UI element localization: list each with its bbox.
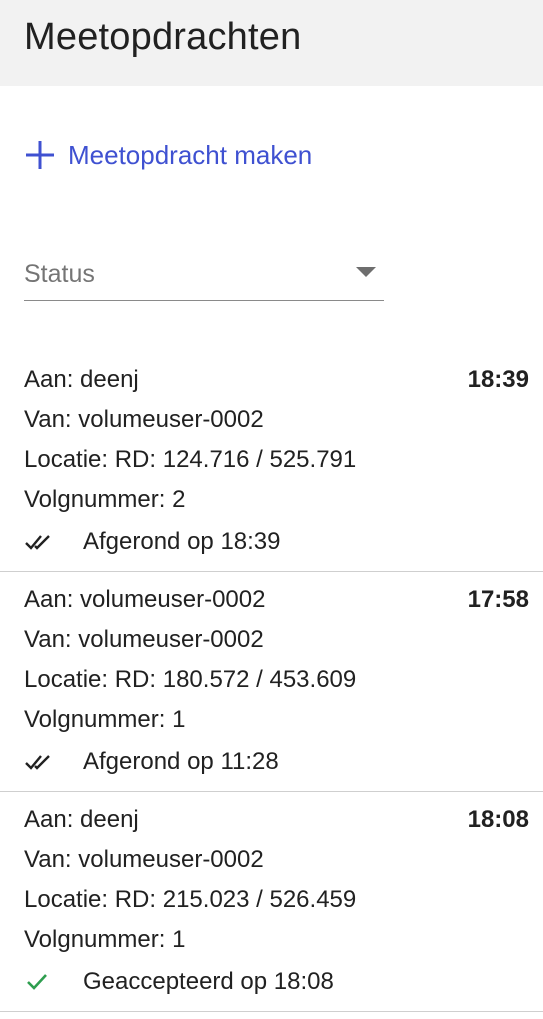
create-assignment-button[interactable]: Meetopdracht maken — [24, 132, 312, 178]
page-title: Meetopdrachten — [24, 16, 302, 58]
assignment-to: Aan: volumeuser-0002 — [24, 586, 266, 613]
check-icon — [24, 962, 58, 1002]
assignment-to: Aan: deenj — [24, 806, 139, 833]
assignment-to: Aan: deenj — [24, 366, 139, 393]
assignment-card[interactable]: Aan: volumeuser-0002 17:58 Van: volumeus… — [0, 572, 543, 792]
assignment-status: Afgerond op 11:28 — [83, 748, 279, 775]
assignment-location: Locatie: RD: 215.023 / 526.459 — [24, 886, 357, 913]
assignment-sequence: Volgnummer: 2 — [24, 486, 186, 513]
double-check-icon — [24, 522, 58, 562]
app-header: Meetopdrachten — [0, 0, 543, 86]
status-filter-select[interactable]: Status — [24, 250, 384, 301]
assignment-list: Aan: deenj 18:39 Van: volumeuser-0002 Lo… — [0, 360, 543, 1012]
chevron-down-icon — [356, 267, 376, 277]
assignment-time: 18:39 — [467, 366, 529, 393]
assignment-from: Van: volumeuser-0002 — [24, 846, 264, 873]
create-assignment-label: Meetopdracht maken — [68, 140, 313, 170]
assignment-sequence: Volgnummer: 1 — [24, 706, 186, 733]
status-filter-placeholder: Status — [24, 260, 95, 288]
assignment-sequence: Volgnummer: 1 — [24, 926, 186, 953]
assignment-time: 18:08 — [467, 806, 529, 833]
double-check-icon — [24, 742, 58, 782]
assignment-time: 17:58 — [467, 586, 529, 613]
assignment-location: Locatie: RD: 180.572 / 453.609 — [24, 666, 357, 693]
assignment-card[interactable]: Aan: deenj 18:08 Van: volumeuser-0002 Lo… — [0, 792, 543, 1012]
assignment-card[interactable]: Aan: deenj 18:39 Van: volumeuser-0002 Lo… — [0, 360, 543, 572]
assignment-from: Van: volumeuser-0002 — [24, 406, 264, 433]
plus-icon — [24, 132, 68, 178]
assignment-from: Van: volumeuser-0002 — [24, 626, 264, 653]
assignment-status: Geaccepteerd op 18:08 — [83, 968, 334, 995]
assignment-status: Afgerond op 18:39 — [83, 528, 281, 555]
assignment-location: Locatie: RD: 124.716 / 525.791 — [24, 446, 357, 473]
